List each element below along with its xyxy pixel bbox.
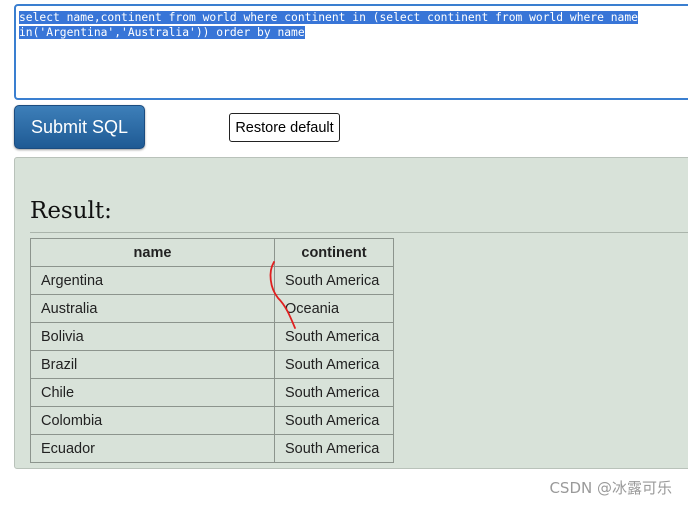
cell-name: Australia — [30, 294, 275, 323]
result-heading: Result: — [30, 198, 112, 224]
result-panel: Result: name continent Argentina South A… — [14, 157, 688, 469]
table-row: Chile South America — [30, 378, 394, 407]
result-table: name continent Argentina South America A… — [30, 238, 394, 463]
table-row: Brazil South America — [30, 350, 394, 379]
cell-name: Brazil — [30, 350, 275, 379]
result-divider — [30, 232, 688, 233]
table-row: Colombia South America — [30, 406, 394, 435]
cell-continent: South America — [274, 350, 394, 379]
restore-default-button[interactable]: Restore default — [229, 113, 340, 142]
cell-name: Argentina — [30, 266, 275, 295]
sql-text-line-1: select name,continent from world where c… — [19, 11, 638, 24]
cell-continent: Oceania — [274, 294, 394, 323]
cell-continent: South America — [274, 434, 394, 463]
sql-text-line-2: in('Argentina','Australia')) order by na… — [19, 26, 305, 39]
watermark: CSDN @冰露可乐 — [549, 479, 672, 497]
table-row: Ecuador South America — [30, 434, 394, 463]
cell-continent: South America — [274, 406, 394, 435]
cell-continent: South America — [274, 266, 394, 295]
table-row: Bolivia South America — [30, 322, 394, 351]
table-row: Argentina South America — [30, 266, 394, 295]
cell-name: Colombia — [30, 406, 275, 435]
table-row: Australia Oceania — [30, 294, 394, 323]
cell-name: Ecuador — [30, 434, 275, 463]
submit-sql-button[interactable]: Submit SQL — [14, 105, 145, 149]
cell-continent: South America — [274, 322, 394, 351]
column-header-continent: continent — [274, 238, 394, 267]
cell-name: Bolivia — [30, 322, 275, 351]
column-header-name: name — [30, 238, 275, 267]
cell-continent: South America — [274, 378, 394, 407]
table-header-row: name continent — [30, 238, 394, 267]
cell-name: Chile — [30, 378, 275, 407]
sql-editor[interactable]: select name,continent from world where c… — [14, 4, 688, 100]
